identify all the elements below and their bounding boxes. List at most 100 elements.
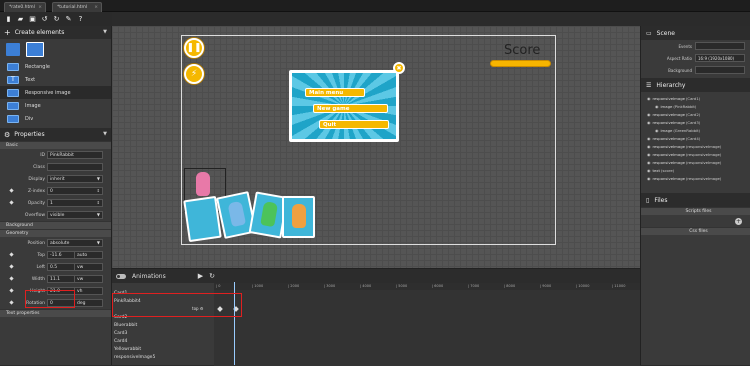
track-label[interactable]: Bluerabbit <box>112 323 214 331</box>
geometry-header[interactable]: Geometry <box>0 229 111 237</box>
monitor-icon: ▭ <box>646 29 652 37</box>
element-responsive-image[interactable]: Responsive image <box>0 86 111 99</box>
hierarchy-header[interactable]: ☰ Hierarchy <box>641 78 750 92</box>
stepper-icon[interactable]: ⇕ <box>97 188 100 193</box>
eye-icon[interactable]: ◉ <box>647 112 651 117</box>
timeline-tracks[interactable] <box>214 290 640 366</box>
undo-icon[interactable]: ↺ <box>40 15 49 24</box>
hierarchy-item[interactable]: ◉ responsiveImage (responsiveImage) <box>641 142 750 150</box>
element-rectangle[interactable]: Rectangle <box>0 60 111 73</box>
new-game-button[interactable]: New game <box>313 104 388 113</box>
aspect-ratio-select[interactable]: 16:9 (1920x1080) <box>695 54 745 62</box>
files-header[interactable]: ▯ Files <box>641 193 750 207</box>
quit-button[interactable]: Quit <box>319 120 389 129</box>
keyframe-icon[interactable] <box>9 276 14 281</box>
eye-icon[interactable]: ◉ <box>655 128 659 133</box>
tab-tutorial[interactable]: *tutorial.html × <box>52 2 102 12</box>
hierarchy-item[interactable]: ◉ responsiveImage (Card2) <box>641 110 750 118</box>
hierarchy-item[interactable]: ◉ image (GreenRabbit) <box>641 126 750 134</box>
eye-icon[interactable]: ◉ <box>655 104 659 109</box>
display-select[interactable]: inherit ▼ <box>47 175 103 183</box>
hierarchy-item[interactable]: ◉ responsiveImage (Card4) <box>641 134 750 142</box>
script-files-header[interactable]: Scripts files <box>641 207 750 215</box>
magic-wand-icon[interactable]: ✎ <box>64 15 73 24</box>
background-header[interactable]: Background <box>0 221 111 229</box>
layout-icon[interactable] <box>26 42 44 57</box>
shapes-icon[interactable] <box>6 43 20 56</box>
pause-button[interactable]: ❚❚ <box>184 38 204 58</box>
hierarchy-item[interactable]: ◉ responsiveImage (Card3) <box>641 118 750 126</box>
zindex-stepper[interactable]: 0 ⇕ <box>47 187 103 195</box>
eye-icon[interactable]: ◉ <box>647 176 651 181</box>
eye-icon[interactable]: ◉ <box>647 120 651 125</box>
hierarchy-item[interactable]: ◉ text (score) <box>641 166 750 174</box>
css-files-header[interactable]: Css files <box>641 227 750 235</box>
stepper-icon[interactable]: ⇕ <box>97 200 100 205</box>
basic-header[interactable]: Basic <box>0 141 111 149</box>
hierarchy-item[interactable]: ◉ responsiveImage (Card1) <box>641 94 750 102</box>
close-icon[interactable]: × <box>38 5 42 10</box>
hierarchy-item[interactable]: ◉ image (PinkRabbit) <box>641 102 750 110</box>
position-select[interactable]: absolute ▼ <box>47 239 103 247</box>
track-label[interactable]: responsiveImage5 <box>112 355 214 363</box>
properties-header[interactable]: ⚙ Properties ▼ <box>0 128 111 141</box>
close-icon[interactable]: ✖ <box>393 62 405 74</box>
add-icon[interactable]: + <box>735 218 742 225</box>
card1-image[interactable] <box>183 195 222 243</box>
main-menu-button[interactable]: Main menu <box>305 88 365 97</box>
help-icon[interactable]: ? <box>76 15 85 24</box>
events-field[interactable] <box>695 42 745 50</box>
open-folder-icon[interactable]: ▰ <box>16 15 25 24</box>
tab-rate0[interactable]: *rate0.html × <box>4 2 46 12</box>
keyframe-icon[interactable] <box>9 264 14 269</box>
timeline-ruler[interactable]: | 0 | 1000 | 2000 | 3000 | 4000 | 5000 | 6000 |… <box>214 283 640 290</box>
element-text[interactable]: T Text <box>0 73 111 86</box>
eye-icon[interactable]: ◉ <box>647 96 651 101</box>
eye-icon[interactable]: ◉ <box>647 160 651 165</box>
opacity-stepper[interactable]: 1 ⇕ <box>47 199 103 207</box>
card4-image[interactable] <box>282 196 315 238</box>
element-div[interactable]: Div <box>0 112 111 125</box>
design-canvas[interactable]: ❚❚ ⚡ Score ✖ Main menu New game Quit <box>112 26 640 268</box>
overflow-select[interactable]: visible ▼ <box>47 211 103 219</box>
keyframe-icon[interactable] <box>9 200 14 205</box>
left-unit-select[interactable]: vw <box>74 263 103 271</box>
track-label[interactable]: Yellowrabbit <box>112 347 214 355</box>
create-elements-header[interactable]: + Create elements ▼ <box>0 26 111 39</box>
refresh-icon[interactable]: ↻ <box>209 272 215 280</box>
height-unit-select[interactable]: vh <box>74 287 103 295</box>
new-file-icon[interactable]: ▮ <box>4 15 13 24</box>
width-unit-select[interactable]: vw <box>74 275 103 283</box>
save-icon[interactable]: ▣ <box>28 15 37 24</box>
id-field[interactable]: PinkRabbit <box>47 151 103 159</box>
eye-icon[interactable]: ◉ <box>647 144 651 149</box>
track-label[interactable]: Card4 <box>112 339 214 347</box>
scene-header[interactable]: ▭ Scene <box>641 26 750 40</box>
text-properties-header[interactable]: Text properties <box>0 309 111 317</box>
eye-icon[interactable]: ◉ <box>647 168 651 173</box>
animations-toggle[interactable] <box>116 273 126 279</box>
yellow-rabbit-image[interactable] <box>292 204 306 228</box>
blue-rabbit-image[interactable] <box>227 200 247 228</box>
eye-icon[interactable]: ◉ <box>647 136 651 141</box>
track-label[interactable]: Card3 <box>112 331 214 339</box>
eye-icon[interactable]: ◉ <box>647 152 651 157</box>
close-icon[interactable]: × <box>94 5 98 10</box>
rotation-unit-select[interactable]: deg <box>74 299 103 307</box>
keyframe-icon[interactable] <box>9 252 14 257</box>
pink-rabbit-image[interactable] <box>196 172 210 196</box>
keyframe-icon[interactable] <box>9 288 14 293</box>
top-unit-select[interactable]: auto <box>74 251 103 259</box>
keyframe-icon[interactable] <box>9 188 14 193</box>
class-field[interactable] <box>47 163 103 171</box>
green-rabbit-image[interactable] <box>260 201 279 228</box>
hierarchy-item[interactable]: ◉ responsiveImage (responsiveImage) <box>641 150 750 158</box>
redo-icon[interactable]: ↻ <box>52 15 61 24</box>
element-image[interactable]: Image <box>0 99 111 112</box>
hierarchy-item[interactable]: ◉ responsiveImage (responsiveImage) <box>641 174 750 182</box>
power-button[interactable]: ⚡ <box>184 64 204 84</box>
hierarchy-item[interactable]: ◉ responsiveImage (responsiveImage) <box>641 158 750 166</box>
keyframe-icon[interactable] <box>9 300 14 305</box>
play-icon[interactable]: ▶ <box>198 272 203 280</box>
background-field[interactable] <box>695 66 745 74</box>
